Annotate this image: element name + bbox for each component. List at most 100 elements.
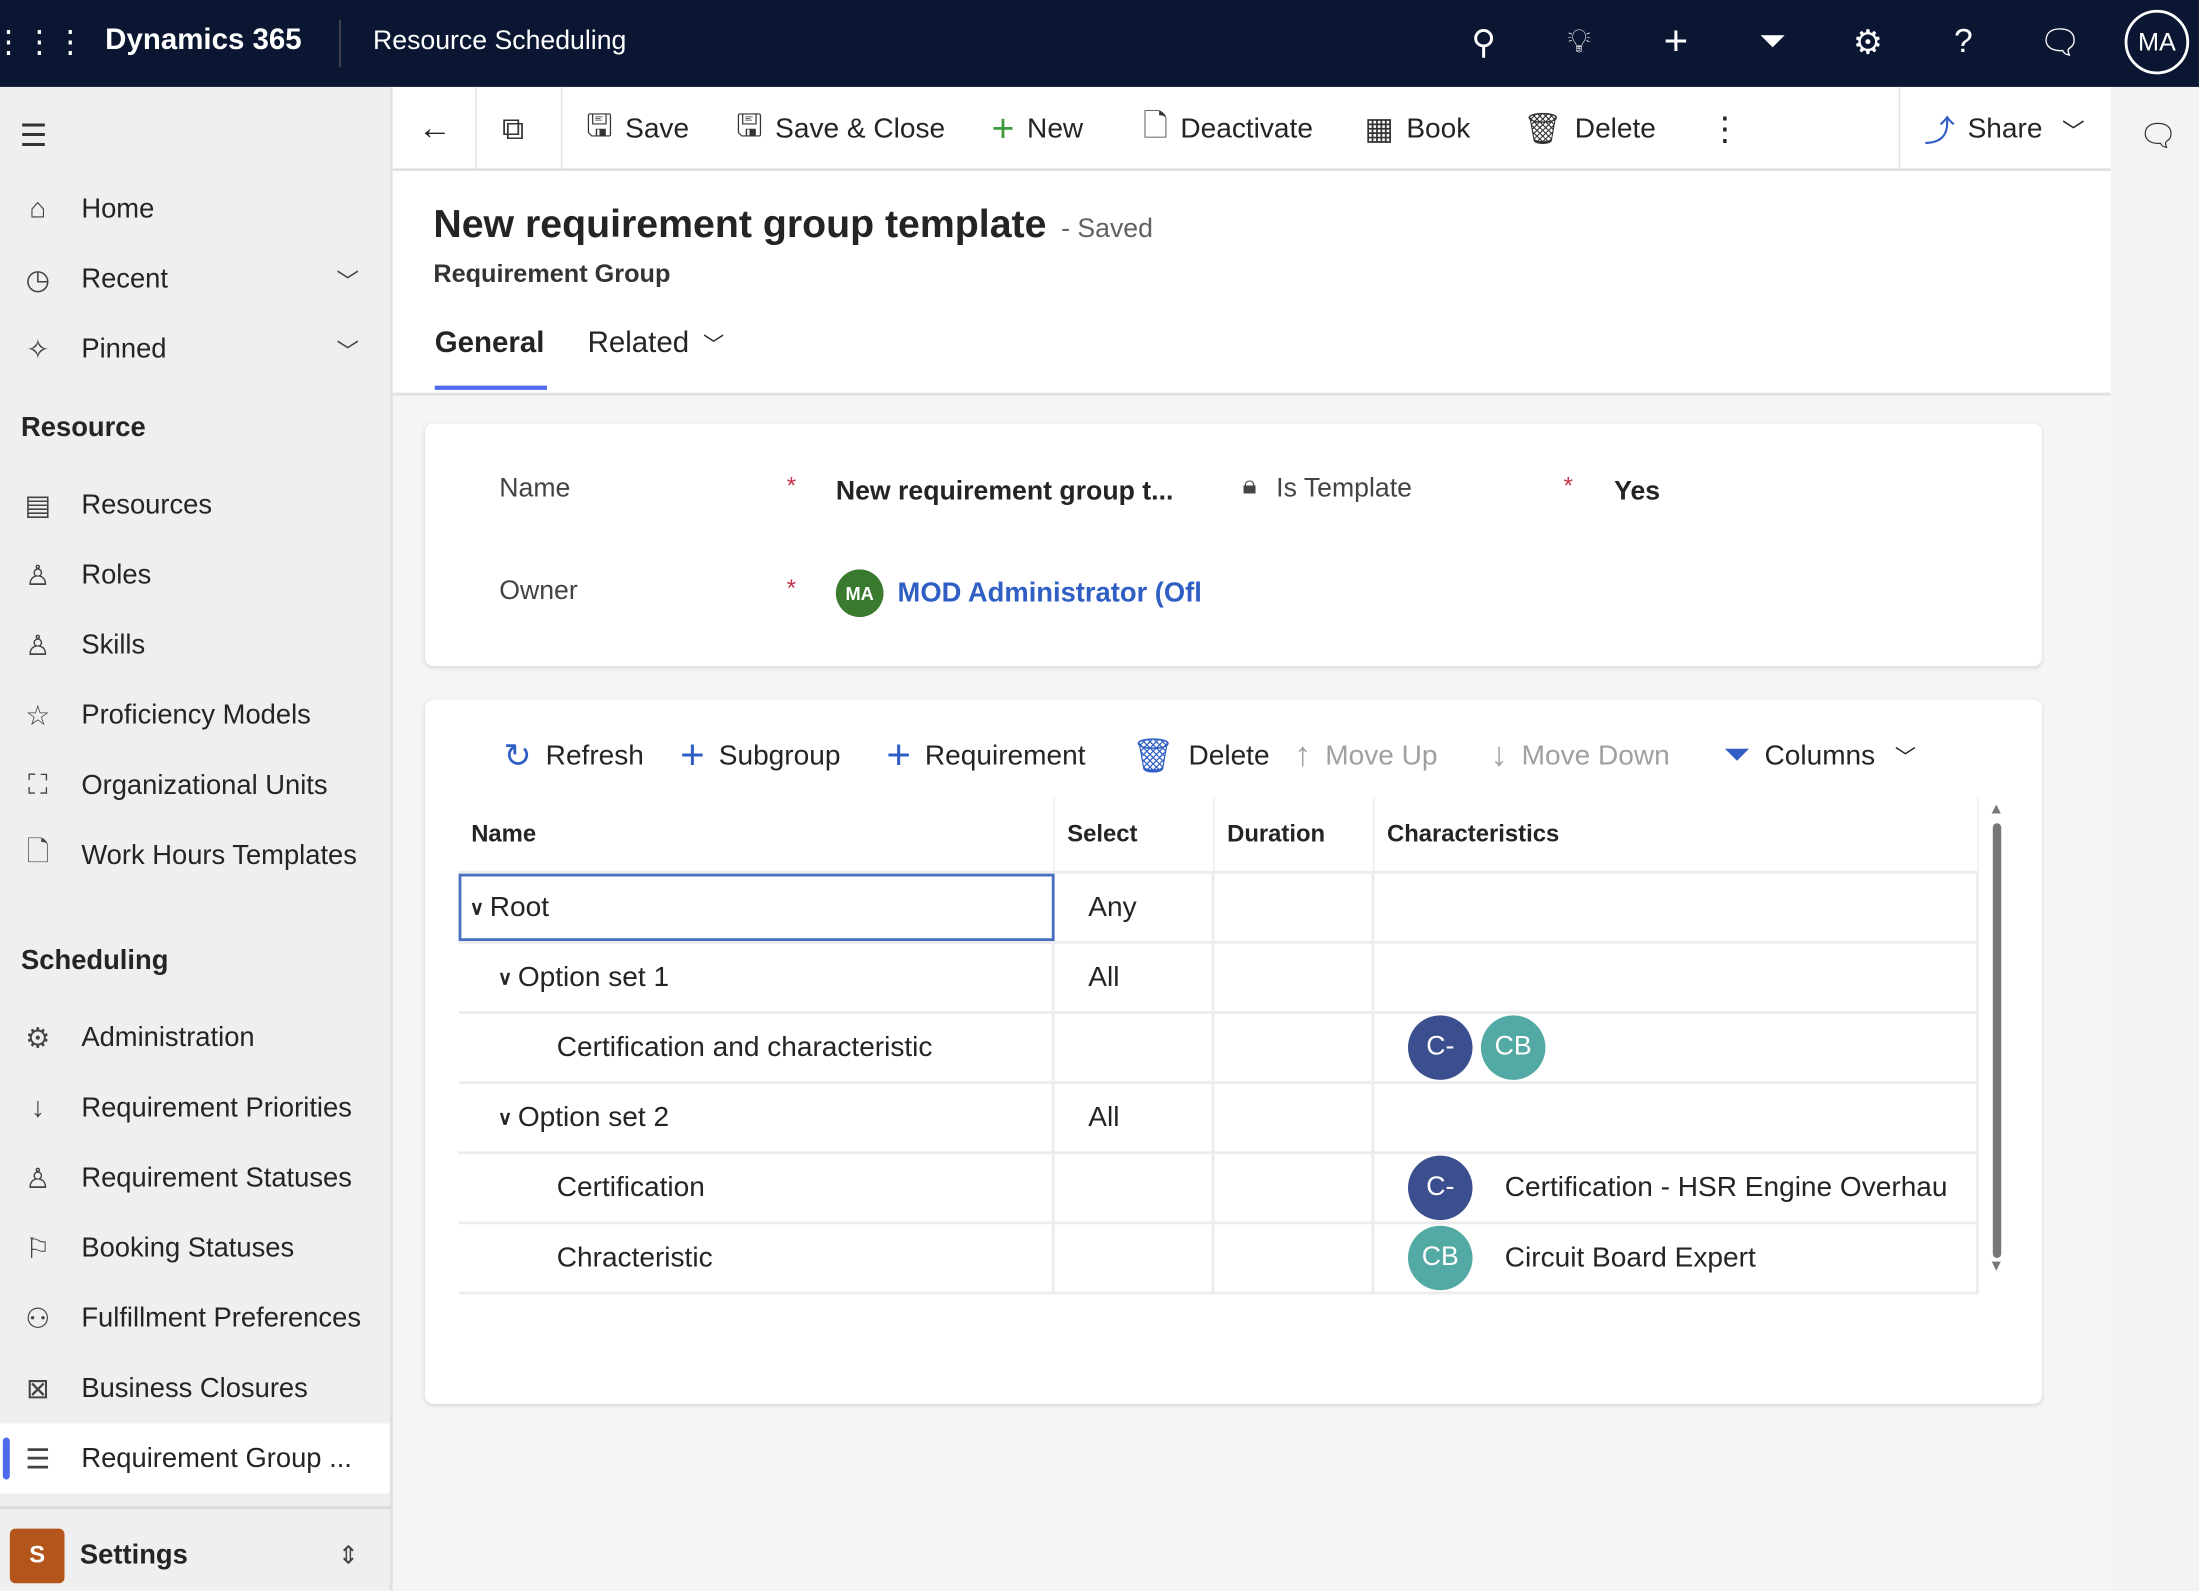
add-subgroup-button[interactable]: + Subgroup	[680, 728, 840, 784]
columns-button[interactable]: ⏷ Columns ﹀	[1724, 728, 1916, 784]
sidebar-item-business-closures[interactable]: ⊠ Business Closures	[0, 1356, 390, 1421]
chevron-down-icon[interactable]: ﹀	[337, 262, 359, 296]
delete-row-button[interactable]: 🗑︎ Delete	[1132, 728, 1270, 784]
characteristic-avatar: C-	[1408, 1015, 1473, 1080]
sidebar-item-pinned[interactable]: ✧ Pinned ﹀	[0, 317, 390, 382]
calendar-icon: ▦	[1364, 110, 1394, 146]
duration-cell[interactable]	[1214, 1154, 1375, 1222]
star-icon: ☆	[25, 700, 51, 732]
sidebar-item-work-hours-templates[interactable]: 🗋︎ Work Hours Templates	[0, 823, 390, 888]
chevron-down-icon[interactable]: ﹀	[337, 332, 359, 366]
more-commands-button[interactable]: ⋮	[1708, 87, 1742, 171]
table-row[interactable]: ∨ Option set 2 All	[458, 1084, 1979, 1155]
sidebar-item-booking-statuses[interactable]: ⚐ Booking Statuses	[0, 1216, 390, 1281]
save-close-button[interactable]: 🖫︎ Save & Close	[736, 87, 945, 171]
table-row[interactable]: ∨ Option set 1 All	[458, 943, 1979, 1014]
duration-cell[interactable]	[1214, 1224, 1375, 1292]
sidebar-item-organizational-units[interactable]: ⛶ Organizational Units	[0, 753, 390, 818]
gear-icon[interactable]: ⚙	[1846, 20, 1891, 65]
sidebar-item-requirement-priorities[interactable]: ↓ Requirement Priorities	[0, 1076, 390, 1141]
chat-icon[interactable]: 🗨︎	[2038, 20, 2083, 65]
duration-cell[interactable]	[1214, 1084, 1375, 1152]
table-row[interactable]: ∨ Root Any	[458, 873, 1979, 944]
sidebar-item-administration[interactable]: ⚙ Administration	[0, 1006, 390, 1071]
characteristics-cell[interactable]	[1374, 943, 1979, 1012]
deactivate-button[interactable]: 🗋︎ Deactivate	[1143, 87, 1313, 171]
search-icon[interactable]: ⚲	[1461, 20, 1506, 65]
column-header-characteristics[interactable]: Characteristics	[1374, 797, 1979, 871]
characteristics-cell[interactable]: CB Circuit Board Expert	[1374, 1224, 1979, 1292]
column-header-select[interactable]: Select	[1055, 797, 1215, 871]
column-header-name[interactable]: Name	[459, 797, 1055, 871]
name-cell[interactable]: Certification	[459, 1154, 1055, 1222]
open-in-new-window-button[interactable]: ⧉	[502, 87, 537, 171]
select-cell[interactable]: All	[1055, 943, 1215, 1012]
sidebar-item-resources[interactable]: ▤ Resources	[0, 473, 390, 538]
chat-icon[interactable]: 🗨︎	[2139, 118, 2178, 154]
app-launcher-icon[interactable]: ⋮⋮⋮	[0, 20, 86, 65]
duration-cell[interactable]	[1214, 943, 1375, 1012]
duration-cell[interactable]	[1214, 1013, 1375, 1082]
help-icon[interactable]: ?	[1941, 20, 1986, 65]
table-row[interactable]: Certification C- Certification - HSR Engin…	[458, 1154, 1979, 1225]
scroll-down-icon[interactable]: ▼	[1989, 1258, 2006, 1275]
back-button[interactable]: ←	[418, 87, 452, 171]
select-cell[interactable]	[1055, 1154, 1215, 1222]
column-header-duration[interactable]: Duration	[1214, 797, 1375, 871]
move-up-button[interactable]: ↑ Move Up	[1294, 728, 1437, 784]
chevron-down-icon[interactable]: ∨	[498, 966, 512, 990]
select-cell[interactable]	[1055, 1013, 1215, 1082]
filter-icon[interactable]: ⏷	[1750, 20, 1795, 65]
save-button[interactable]: 🖫︎ Save	[586, 87, 689, 171]
requirement-tree-section: ↻ Refresh + Subgroup + Requirement 🗑︎ Delete…	[424, 699, 2042, 1404]
characteristics-cell[interactable]: C- CB	[1374, 1013, 1979, 1082]
hamburger-icon[interactable]: ☰	[20, 118, 48, 154]
app-name[interactable]: Resource Scheduling	[373, 27, 626, 58]
duration-cell[interactable]	[1214, 873, 1375, 942]
avatar[interactable]: MA	[2124, 9, 2190, 75]
name-cell[interactable]: Chracteristic	[459, 1224, 1055, 1292]
name-cell[interactable]: ∨ Option set 1	[459, 943, 1055, 1012]
sidebar-item-fulfillment-preferences[interactable]: ⚇ Fulfillment Preferences	[0, 1286, 390, 1351]
sidebar-item-recent[interactable]: ◷ Recent ﹀	[0, 247, 390, 312]
delete-button[interactable]: 🗑︎ Delete	[1523, 87, 1656, 171]
plus-icon[interactable]: +	[1653, 18, 1698, 65]
scrollbar-thumb[interactable]	[1992, 823, 2002, 1258]
tab-related[interactable]: Related ﹀	[588, 327, 725, 361]
refresh-button[interactable]: ↻ Refresh	[503, 728, 643, 784]
area-switcher[interactable]: S Settings ⇕	[0, 1523, 390, 1588]
scroll-up-icon[interactable]: ▲	[1989, 801, 2006, 818]
sidebar-item-roles[interactable]: ♙ Roles	[0, 543, 390, 608]
chevron-down-icon[interactable]: ∨	[498, 1106, 512, 1130]
table-row[interactable]: Chracteristic CB Circuit Board Expert	[458, 1224, 1979, 1295]
lightbulb-icon[interactable]: 💡︎	[1557, 20, 1602, 65]
owner-link[interactable]: MOD Administrator (Ofl	[898, 578, 1202, 610]
select-cell[interactable]: Any	[1055, 873, 1215, 942]
scrollbar[interactable]: ▲ ▼	[1989, 801, 2006, 1306]
sidebar-item-requirement-group-templates[interactable]: ☰ Requirement Group ...	[0, 1423, 390, 1494]
tab-general[interactable]: General	[434, 327, 547, 390]
name-cell[interactable]: ∨ Root	[458, 873, 1055, 942]
characteristics-cell[interactable]	[1374, 1084, 1979, 1152]
select-cell[interactable]: All	[1055, 1084, 1215, 1152]
new-button[interactable]: + New	[991, 87, 1083, 171]
add-requirement-button[interactable]: + Requirement	[886, 728, 1085, 784]
sidebar-item-home[interactable]: ⌂ Home	[0, 177, 390, 242]
page-title: New requirement group template	[433, 201, 1047, 246]
sidebar-item-skills[interactable]: ♙ Skills	[0, 613, 390, 678]
share-button[interactable]: ⤴ Share ﹀	[1924, 87, 2084, 171]
book-button[interactable]: ▦ Book	[1365, 87, 1471, 171]
move-down-button[interactable]: ↓ Move Down	[1491, 728, 1670, 784]
name-field[interactable]: New requirement group t...	[836, 477, 1174, 508]
characteristics-cell[interactable]: C- Certification - HSR Engine Overhau	[1374, 1154, 1979, 1222]
select-cell[interactable]	[1055, 1224, 1215, 1292]
lock-icon: 🔒︎	[1242, 471, 1257, 501]
sidebar-item-requirement-statuses[interactable]: ♙ Requirement Statuses	[0, 1146, 390, 1211]
brand-name[interactable]: Dynamics 365	[105, 24, 301, 58]
sidebar-item-proficiency-models[interactable]: ☆ Proficiency Models	[0, 683, 390, 748]
characteristics-cell[interactable]	[1374, 873, 1979, 942]
table-row[interactable]: Certification and characteristic C- CB	[458, 1013, 1979, 1085]
name-cell[interactable]: Certification and characteristic	[459, 1013, 1055, 1082]
name-cell[interactable]: ∨ Option set 2	[459, 1084, 1055, 1152]
chevron-down-icon[interactable]: ∨	[470, 895, 484, 919]
